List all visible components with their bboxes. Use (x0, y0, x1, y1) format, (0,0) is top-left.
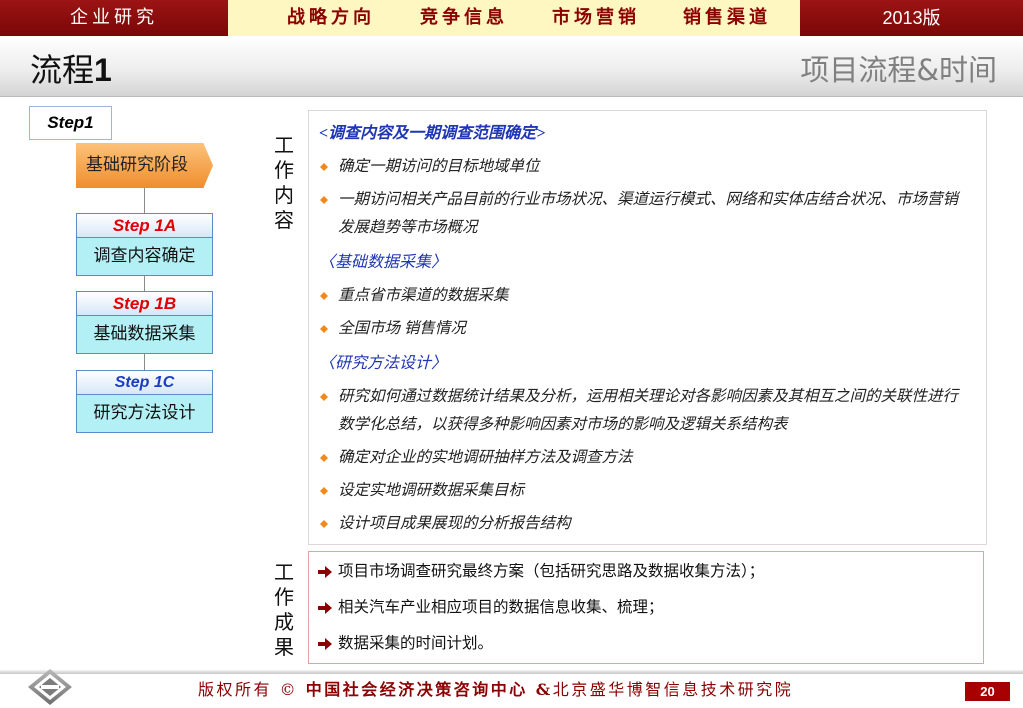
result-item-text: 相关汽车产业相应项目的数据信息收集、梳理； (338, 599, 664, 616)
diamond-bullet-icon (320, 196, 328, 204)
slide-header: 流程1 项目流程&时间 (0, 36, 1023, 97)
nav-menu: 战略方向 竞争信息 市场营销 销售渠道 (228, 0, 800, 36)
work-results-panel: 项目市场调查研究最终方案（包括研究思路及数据收集方法）； 相关汽车产业相应项目的… (308, 551, 984, 664)
arrow-right-icon (318, 566, 332, 578)
step-1b: Step 1B 基础数据采集 (76, 291, 213, 354)
list-item-text: 确定对企业的实地调研抽样方法及调查方法 (338, 449, 633, 466)
diamond-bullet-icon (320, 454, 328, 462)
connector-line (144, 188, 145, 213)
slide-title-number: 1 (94, 52, 112, 88)
result-item: 数据采集的时间计划。 (309, 626, 983, 662)
copyright-org-secondary: 北京盛华博智信息技术研究院 (552, 680, 794, 699)
list-item: 重点省市渠道的数据采集 (309, 282, 967, 310)
nav-item-marketing[interactable]: 市场营销 (552, 0, 640, 36)
result-item-text: 项目市场调查研究最终方案（包括研究思路及数据收集方法）； (338, 563, 765, 580)
work-content-heading: 工作内容 (274, 133, 294, 232)
diamond-bullet-icon (320, 520, 328, 528)
list-item: 确定对企业的实地调研抽样方法及调查方法 (309, 444, 967, 472)
step-1b-name: 基础数据采集 (77, 316, 212, 353)
phase-label: 基础研究阶段 (86, 155, 188, 175)
nav-item-sales-channel[interactable]: 销售渠道 (683, 0, 771, 36)
list-item-text: 全国市场 销售情况 (338, 320, 466, 337)
section-title: 〈研究方法设计〉 (319, 355, 448, 372)
arrow-right-icon (318, 638, 332, 650)
list-item-text: 一期访问相关产品目前的行业市场状况、渠道运行模式、网络和实体店结合状况、市场营销… (338, 191, 959, 236)
result-item: 项目市场调查研究最终方案（包括研究思路及数据收集方法）； (309, 554, 983, 590)
list-item: 一期访问相关产品目前的行业市场状况、渠道运行模式、网络和实体店结合状况、市场营销… (309, 186, 967, 242)
diamond-bullet-icon (320, 487, 328, 495)
copyright-prefix: 版权所有 © (198, 680, 299, 699)
step-label: Step1 (29, 106, 112, 140)
step-1a: Step 1A 调查内容确定 (76, 213, 213, 276)
section-title: 〈基础数据采集〉 (319, 254, 448, 271)
list-item-text: 确定一期访问的目标地域单位 (338, 158, 540, 175)
page-number: 20 (965, 682, 1010, 701)
nav-item-competition[interactable]: 竞争信息 (420, 0, 508, 36)
list-item-text: 研究如何通过数据统计结果及分析，运用相关理论对各影响因素及其相互之间的关联性进行… (338, 388, 959, 433)
slide-subtitle: 项目流程&时间 (800, 53, 997, 87)
slide: 企业研究 战略方向 竞争信息 市场营销 销售渠道 2013版 流程1 项目流程&… (0, 0, 1023, 708)
list-item-text: 重点省市渠道的数据采集 (338, 287, 509, 304)
section-title: <调查内容及一期调查范围确定> (319, 125, 546, 142)
connector-line (144, 276, 145, 291)
step-1c: Step 1C 研究方法设计 (76, 370, 213, 433)
list-item: 全国市场 销售情况 (309, 315, 967, 343)
work-content-panel: <调查内容及一期调查范围确定> 确定一期访问的目标地域单位 一期访问相关产品目前… (308, 110, 987, 545)
step-1c-label: Step 1C (77, 371, 212, 395)
work-results-heading: 工作成果 (274, 560, 294, 659)
step-1c-name: 研究方法设计 (77, 395, 212, 432)
step-1b-label: Step 1B (77, 292, 212, 316)
list-item: 研究如何通过数据统计结果及分析，运用相关理论对各影响因素及其相互之间的关联性进行… (309, 383, 967, 439)
footer-divider (0, 670, 1023, 674)
nav-brand[interactable]: 企业研究 (0, 0, 228, 36)
slide-title-text: 流程 (30, 51, 95, 89)
step-1a-label: Step 1A (77, 214, 212, 238)
diamond-bullet-icon (320, 393, 328, 401)
slide-title: 流程1 (30, 50, 112, 90)
diamond-logo-icon (28, 669, 72, 705)
connector-line (144, 354, 145, 370)
diamond-bullet-icon (320, 325, 328, 333)
diamond-bullet-icon (320, 163, 328, 171)
list-item: 确定一期访问的目标地域单位 (309, 153, 967, 181)
list-item: 设计项目成果展现的分析报告结构 (309, 510, 967, 538)
list-item-text: 设定实地调研数据采集目标 (338, 482, 525, 499)
arrow-right-icon (318, 602, 332, 614)
copyright-org-primary: 中国社会经济决策咨询中心 & (305, 680, 553, 699)
list-item: 设定实地调研数据采集目标 (309, 477, 967, 505)
phase-arrow: 基础研究阶段 (76, 143, 213, 188)
nav-item-strategy[interactable]: 战略方向 (287, 0, 375, 36)
copyright-text: 版权所有 © 中国社会经济决策咨询中心 &北京盛华博智信息技术研究院 (198, 679, 793, 701)
list-item-text: 设计项目成果展现的分析报告结构 (338, 515, 571, 532)
step-1a-name: 调查内容确定 (77, 238, 212, 275)
diamond-bullet-icon (320, 292, 328, 300)
result-item-text: 数据采集的时间计划。 (338, 635, 494, 652)
result-item: 相关汽车产业相应项目的数据信息收集、梳理； (309, 590, 983, 626)
edition-label: 2013版 (800, 0, 1023, 36)
top-nav-bar: 企业研究 战略方向 竞争信息 市场营销 销售渠道 2013版 (0, 0, 1023, 36)
